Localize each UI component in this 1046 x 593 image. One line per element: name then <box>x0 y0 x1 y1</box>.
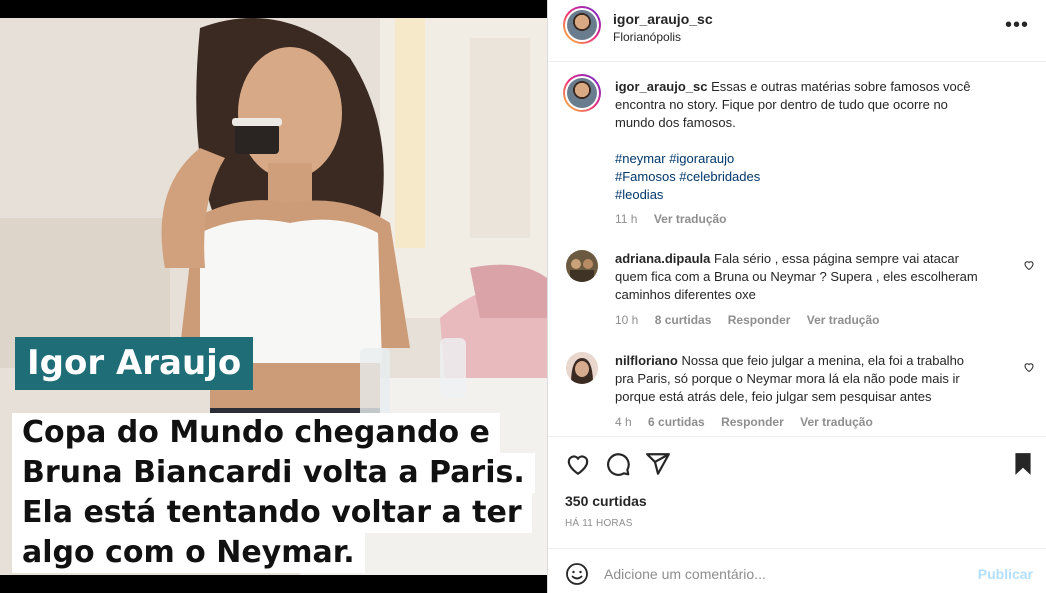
overlay-caption-line: algo com o Neymar. <box>12 533 365 573</box>
comments-section[interactable]: igor_araujo_sc Essas e outras matérias s… <box>548 62 1046 436</box>
comment-body: nilfloriano Nossa que feio julgar a meni… <box>615 352 1005 406</box>
comment-text: pra Paris, só porque o Neymar mora lá el… <box>615 371 960 386</box>
comment-text: Fala sério , essa página sempre vai atac… <box>714 251 959 266</box>
translate-link[interactable]: Ver tradução <box>807 313 880 327</box>
comment-text: porque está atrás dele, feio julgar sem … <box>615 389 932 404</box>
comment-username[interactable]: nilfloriano <box>615 353 678 368</box>
post-caption: igor_araujo_sc Essas e outras matérias s… <box>615 78 1005 204</box>
comment-time[interactable]: 10 h <box>615 313 638 327</box>
author-username[interactable]: igor_araujo_sc <box>613 11 713 27</box>
overlay-caption-line: Bruna Biancardi volta a Paris. <box>12 453 535 493</box>
post-media[interactable]: Igor Araujo Copa do Mundo chegando e Bru… <box>0 0 547 593</box>
comment-like-heart-icon[interactable] <box>1023 259 1035 271</box>
post-actions: 350 curtidas HÁ 11 HORAS <box>548 436 1046 548</box>
more-horizontal-icon[interactable]: ••• <box>1005 14 1029 37</box>
author-avatar[interactable] <box>563 6 601 44</box>
caption-translate-link[interactable]: Ver tradução <box>654 212 727 226</box>
post-panel: igor_araujo_sc Florianópolis ••• igor_ar… <box>547 0 1046 593</box>
post-header: igor_araujo_sc Florianópolis ••• <box>548 0 1046 62</box>
commenter-avatar[interactable] <box>566 352 598 384</box>
commenter-avatar[interactable] <box>566 250 598 282</box>
comment-text: quem fica com a Bruna ou Neymar ? Supera… <box>615 269 978 284</box>
overlay-name-tag: Igor Araujo <box>15 337 254 390</box>
add-comment-bar: Publicar <box>548 548 1046 593</box>
caption-author-avatar[interactable] <box>563 74 601 112</box>
comment-icon[interactable] <box>605 451 631 477</box>
comment-input[interactable] <box>604 561 964 587</box>
comment-text: Nossa que feio julgar a menina, ela foi … <box>681 353 965 368</box>
comment-text: caminhos diferentes oxe <box>615 287 756 302</box>
translate-link[interactable]: Ver tradução <box>800 415 873 429</box>
post-location[interactable]: Florianópolis <box>613 30 681 44</box>
comment-likes[interactable]: 8 curtidas <box>655 313 712 327</box>
likes-count[interactable]: 350 curtidas <box>565 493 647 509</box>
comment-username[interactable]: adriana.dipaula <box>615 251 710 266</box>
comment-likes[interactable]: 6 curtidas <box>648 415 705 429</box>
hashtag-line[interactable]: #neymar #igoraraujo <box>615 151 734 166</box>
comment-time[interactable]: 4 h <box>615 415 632 429</box>
publish-button[interactable]: Publicar <box>978 566 1033 582</box>
comment-meta: 10 h 8 curtidas Responder Ver tradução <box>615 313 892 327</box>
comment-body: adriana.dipaula Fala sério , essa página… <box>615 250 1005 304</box>
reply-button[interactable]: Responder <box>728 313 791 327</box>
caption-text: mundo dos famosos. <box>615 115 736 130</box>
post-time-ago[interactable]: HÁ 11 HORAS <box>565 518 633 529</box>
caption-meta: 11 h Ver tradução <box>615 212 740 226</box>
hashtag-line[interactable]: #Famosos #celebridades <box>615 169 760 184</box>
caption-username[interactable]: igor_araujo_sc <box>615 79 708 94</box>
caption-text: encontra no story. Fique por dentro de t… <box>615 97 948 112</box>
caption-text: Essas e outras matérias sobre famosos vo… <box>711 79 971 94</box>
overlay-caption-line: Ela está tentando voltar a ter <box>12 493 532 533</box>
overlay-caption-line: Copa do Mundo chegando e <box>12 413 500 453</box>
comment-like-heart-icon[interactable] <box>1023 361 1035 373</box>
share-icon[interactable] <box>645 451 671 477</box>
bookmark-icon[interactable] <box>1010 451 1036 477</box>
comment-meta: 4 h 6 curtidas Responder Ver tradução <box>615 415 886 429</box>
caption-time[interactable]: 11 h <box>615 212 637 226</box>
emoji-icon[interactable] <box>565 562 589 586</box>
hashtag-line[interactable]: #leodias <box>615 187 663 202</box>
reply-button[interactable]: Responder <box>721 415 784 429</box>
heart-icon[interactable] <box>565 451 591 477</box>
